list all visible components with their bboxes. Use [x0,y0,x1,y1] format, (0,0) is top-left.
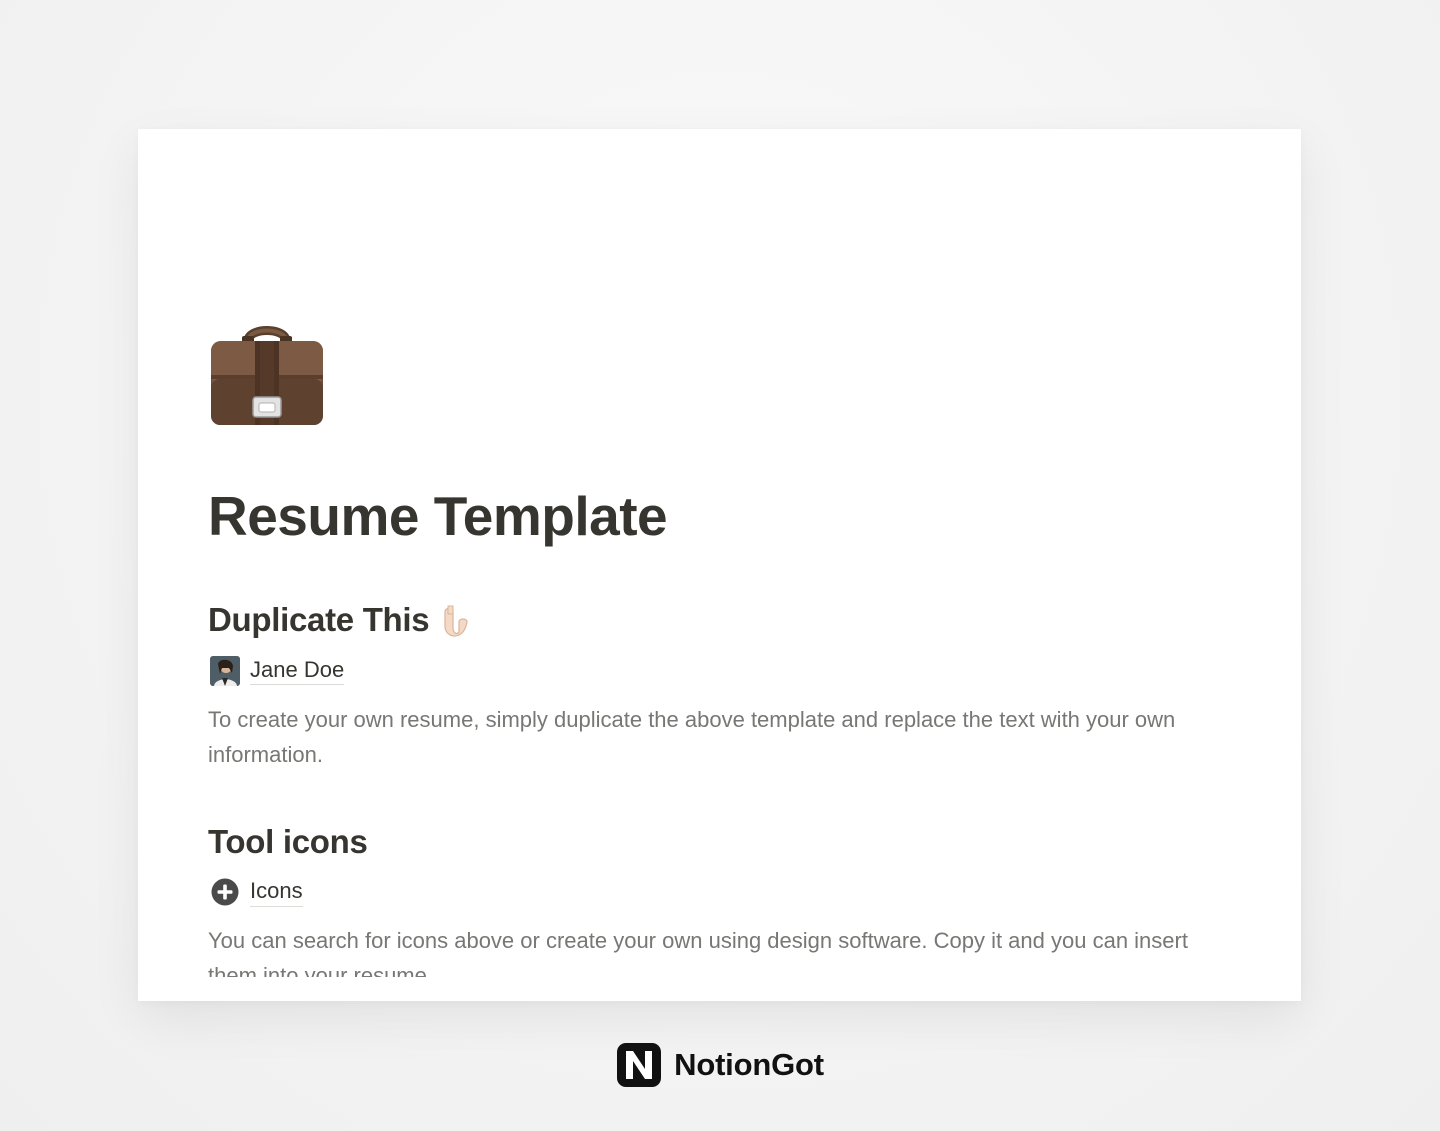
page-link-jane-doe[interactable]: Jane Doe [208,654,1218,688]
section-heading-label: Duplicate This [208,601,430,639]
briefcase-icon[interactable] [208,319,326,429]
page-content: Resume Template Duplicate This Jane Doe … [208,319,1218,977]
plus-circle-icon [211,878,239,906]
page-link-icons[interactable]: Icons [208,875,1218,909]
link-label[interactable]: Icons [250,878,303,907]
profile-photo-icon [210,655,240,686]
pointing-down-hand-icon [444,605,468,637]
page-title: Resume Template [208,485,668,547]
footer-brand: NotionGot [0,1042,1440,1088]
section-heading-label: Tool icons [208,822,368,860]
paragraph-duplicate: To create your own resume, simply duplic… [208,706,1176,767]
notion-logo-icon [617,1043,662,1087]
link-label[interactable]: Jane Doe [250,657,345,686]
brand-name: NotionGot [674,1047,824,1082]
section-heading-duplicate: Duplicate This [208,600,1218,640]
notion-page-card: Resume Template Duplicate This Jane Doe … [138,129,1301,1001]
section-heading-tools: Tool icons [208,822,1218,862]
paragraph-tools: You can search for icons above or create… [208,928,1188,977]
